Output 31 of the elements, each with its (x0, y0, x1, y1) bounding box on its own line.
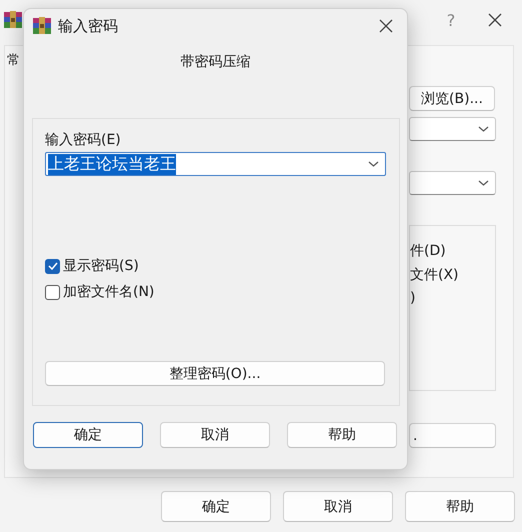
dropdown[interactable] (409, 117, 496, 141)
checkbox-label[interactable]: 显示密码(S) (63, 257, 139, 275)
checkbox[interactable] (45, 284, 60, 300)
checkmark-icon (48, 262, 58, 270)
checkbox-label[interactable]: 加密文件名(N) (63, 283, 154, 301)
close-icon[interactable] (488, 13, 502, 27)
dialog-heading: 带密码压缩 (180, 53, 250, 71)
button[interactable]: 帮助 (287, 422, 397, 448)
organize-passwords-button[interactable]: 整理密码(O)... (45, 361, 385, 386)
dropdown[interactable] (409, 171, 496, 195)
button[interactable]: 帮助 (405, 491, 515, 522)
close-icon[interactable] (379, 19, 393, 33)
option-label[interactable]: ) (410, 290, 495, 306)
archive-icon (33, 17, 51, 35)
dialog-title: 输入密码 (58, 16, 119, 36)
button[interactable]: 确定 (161, 491, 271, 522)
chevron-down-icon (368, 161, 379, 167)
password-field[interactable]: 上老王论坛当老王 (45, 152, 386, 176)
chevron-down-icon (478, 180, 489, 186)
browse-button[interactable]: 浏览(B)... (409, 86, 495, 111)
button[interactable]: 取消 (160, 422, 270, 448)
checkbox[interactable] (45, 258, 60, 274)
chevron-down-icon (478, 126, 489, 132)
button[interactable]: 确定 (33, 422, 143, 448)
option-label[interactable]: 件(D) (410, 242, 495, 260)
button[interactable]: 取消 (283, 491, 393, 522)
tab[interactable]: 常 (5, 46, 20, 74)
archive-icon (4, 11, 22, 29)
field-label: 输入密码(E) (45, 131, 121, 149)
button[interactable]: . (409, 423, 496, 448)
option-label[interactable]: 文件(X) (410, 266, 495, 284)
